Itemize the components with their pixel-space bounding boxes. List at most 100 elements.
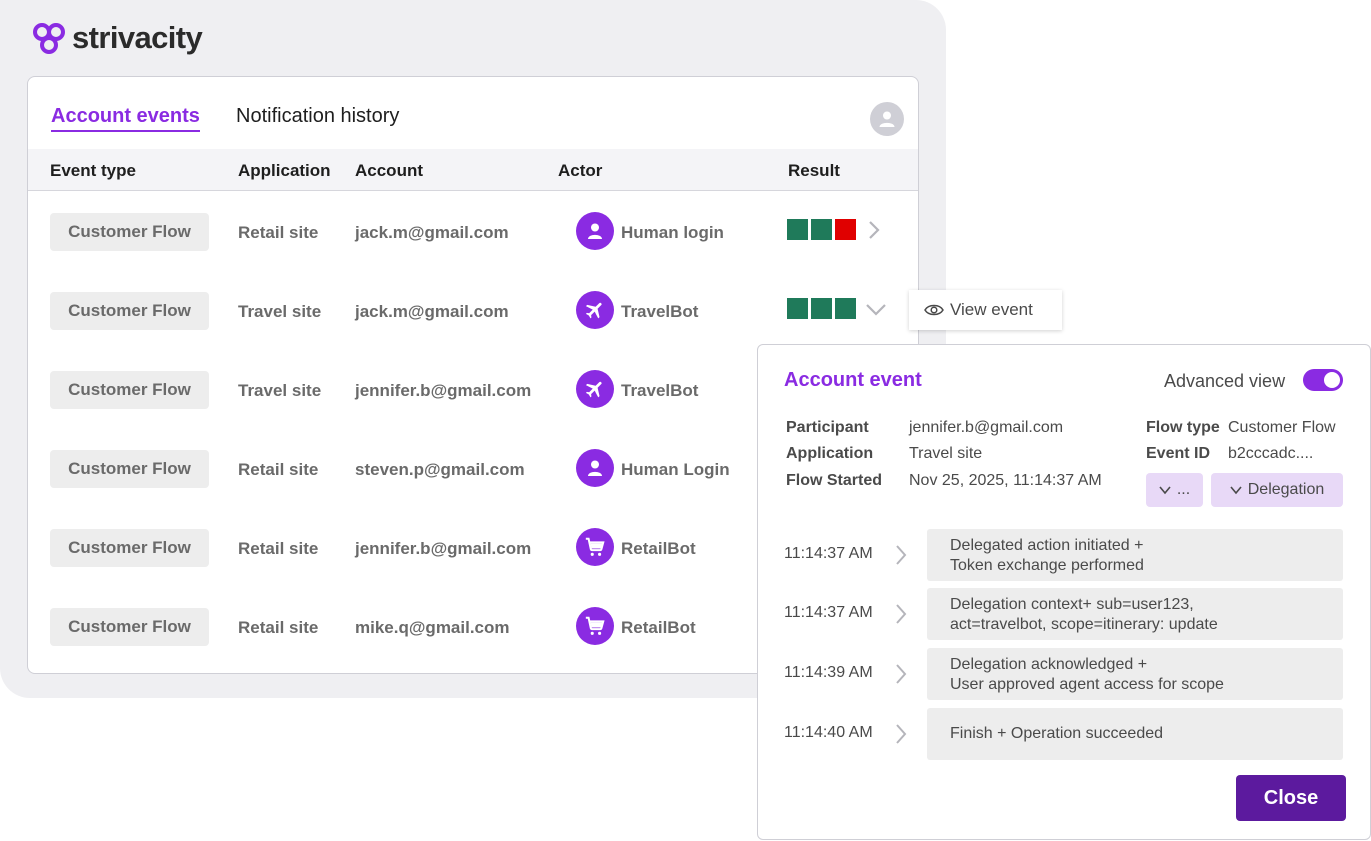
chevron-right-icon[interactable]: [864, 219, 884, 241]
timeline-line: Delegation acknowledged +: [950, 656, 1148, 673]
chevron-right-icon[interactable]: [892, 543, 910, 567]
chevron-right-icon[interactable]: [892, 722, 910, 746]
tab-account-events[interactable]: Account events: [51, 105, 200, 132]
cart-icon: [585, 537, 605, 556]
application-value: Travel site: [909, 445, 983, 462]
dialog-title: Account event: [784, 369, 922, 391]
result-success-square: [787, 298, 808, 319]
plane-icon: [585, 381, 602, 398]
cart-icon: [585, 616, 605, 635]
timeline-row[interactable]: 11:14:37 AM Delegation context+ sub=user…: [758, 588, 1370, 640]
actor-name: TravelBot: [621, 381, 699, 400]
timeline-line: User approved agent access for scope: [950, 676, 1224, 693]
advanced-view-toggle[interactable]: [1303, 369, 1343, 391]
result-fail-square: [835, 219, 856, 240]
delegation-pill-label: Delegation: [1247, 481, 1325, 498]
timeline-line: Delegated action initiated +: [950, 537, 1144, 554]
advanced-view-label: Advanced view: [1164, 371, 1286, 391]
view-event-label: View event: [950, 300, 1033, 319]
timeline-message: Delegation acknowledged + User approved …: [927, 648, 1343, 700]
strivacity-logo-icon: [33, 23, 65, 54]
timeline-line: Token exchange performed: [950, 557, 1144, 574]
event-type-chip: Customer Flow: [50, 292, 209, 330]
actor-avatar: [576, 212, 614, 250]
flow-type-label: Flow type: [1146, 419, 1220, 436]
event-type-chip: Customer Flow: [50, 213, 209, 251]
actor-avatar: [576, 449, 614, 487]
flow-type-value: Customer Flow: [1228, 419, 1336, 436]
application-cell: Travel site: [238, 302, 322, 321]
chevron-down-icon: [1230, 486, 1242, 495]
result-indicators: [787, 219, 856, 240]
table-row[interactable]: Customer Flow Travel site jack.m@gmail.c…: [28, 274, 918, 353]
timeline-line: Finish + Operation succeeded: [950, 725, 1164, 742]
timeline-row[interactable]: 11:14:37 AM Delegated action initiated +…: [758, 529, 1370, 581]
application-cell: Retail site: [238, 460, 319, 479]
timeline-time: 11:14:40 AM: [784, 724, 873, 741]
toggle-knob: [1324, 372, 1340, 388]
account-cell: mike.q@gmail.com: [355, 618, 510, 637]
more-pill[interactable]: ...: [1146, 473, 1203, 507]
more-pill-label: ...: [1176, 481, 1191, 498]
event-type-chip: Customer Flow: [50, 608, 209, 646]
timeline-time: 11:14:37 AM: [784, 545, 873, 562]
application-cell: Retail site: [238, 539, 319, 558]
actor-avatar: [576, 370, 614, 408]
chevron-right-icon[interactable]: [892, 602, 910, 626]
column-header-result[interactable]: Result: [788, 161, 840, 181]
event-id-value: b2cccadc....: [1228, 445, 1314, 462]
flow-started-value: Nov 25, 2025, 11:14:37 AM: [909, 472, 1102, 489]
tab-notification-history[interactable]: Notification history: [236, 105, 399, 128]
result-success-square: [835, 298, 856, 319]
actor-avatar: [576, 528, 614, 566]
result-success-square: [787, 219, 808, 240]
event-type-chip: Customer Flow: [50, 529, 209, 567]
logo-text: strivacity: [72, 20, 203, 55]
view-event-button[interactable]: View event: [909, 290, 1062, 330]
result-success-square: [811, 219, 832, 240]
account-cell: jennifer.b@gmail.com: [355, 539, 532, 558]
actor-name: Human login: [621, 223, 724, 242]
close-button[interactable]: Close: [1236, 775, 1346, 821]
timeline-row[interactable]: 11:14:39 AM Delegation acknowledged + Us…: [758, 648, 1370, 700]
application-cell: Retail site: [238, 223, 319, 242]
timeline-message: Delegated action initiated + Token excha…: [927, 529, 1343, 581]
chevron-down-icon[interactable]: [864, 298, 888, 320]
application-cell: Retail site: [238, 618, 319, 637]
person-icon: [588, 460, 602, 476]
actor-name: Human Login: [621, 460, 730, 479]
user-avatar[interactable]: [870, 102, 904, 136]
column-header-event-type[interactable]: Event type: [50, 161, 136, 181]
plane-icon: [585, 302, 602, 319]
timeline-time: 11:14:39 AM: [784, 664, 873, 681]
column-header-application[interactable]: Application: [238, 161, 331, 181]
eye-icon: [924, 304, 944, 316]
event-type-chip: Customer Flow: [50, 450, 209, 488]
participant-label: Participant: [786, 419, 869, 436]
event-type-chip: Customer Flow: [50, 371, 209, 409]
table-row[interactable]: Customer Flow Retail site jack.m@gmail.c…: [28, 195, 918, 274]
timeline-time: 11:14:37 AM: [784, 604, 873, 621]
account-cell: jack.m@gmail.com: [355, 223, 509, 242]
result-success-square: [811, 298, 832, 319]
event-id-label: Event ID: [1146, 445, 1211, 462]
actor-avatar: [576, 291, 614, 329]
table-header: Event type Application Account Actor Res…: [28, 149, 918, 191]
actor-name: TravelBot: [621, 302, 699, 321]
timeline-line: act=travelbot, scope=itinerary: update: [950, 616, 1218, 633]
actor-avatar: [576, 607, 614, 645]
account-event-dialog: Account event Advanced view Participant …: [757, 344, 1371, 840]
delegation-pill[interactable]: Delegation: [1211, 473, 1343, 507]
application-cell: Travel site: [238, 381, 322, 400]
timeline-line: Delegation context+ sub=user123,: [950, 596, 1194, 613]
participant-value: jennifer.b@gmail.com: [909, 419, 1064, 436]
column-header-actor[interactable]: Actor: [558, 161, 602, 181]
chevron-right-icon[interactable]: [892, 662, 910, 686]
user-icon: [879, 111, 895, 127]
account-cell: steven.p@gmail.com: [355, 460, 525, 479]
flow-started-label: Flow Started: [786, 472, 883, 489]
actor-name: RetailBot: [621, 539, 696, 558]
timeline-message: Finish + Operation succeeded: [927, 708, 1343, 760]
timeline-row[interactable]: 11:14:40 AM Finish + Operation succeeded: [758, 708, 1370, 760]
column-header-account[interactable]: Account: [355, 161, 423, 181]
